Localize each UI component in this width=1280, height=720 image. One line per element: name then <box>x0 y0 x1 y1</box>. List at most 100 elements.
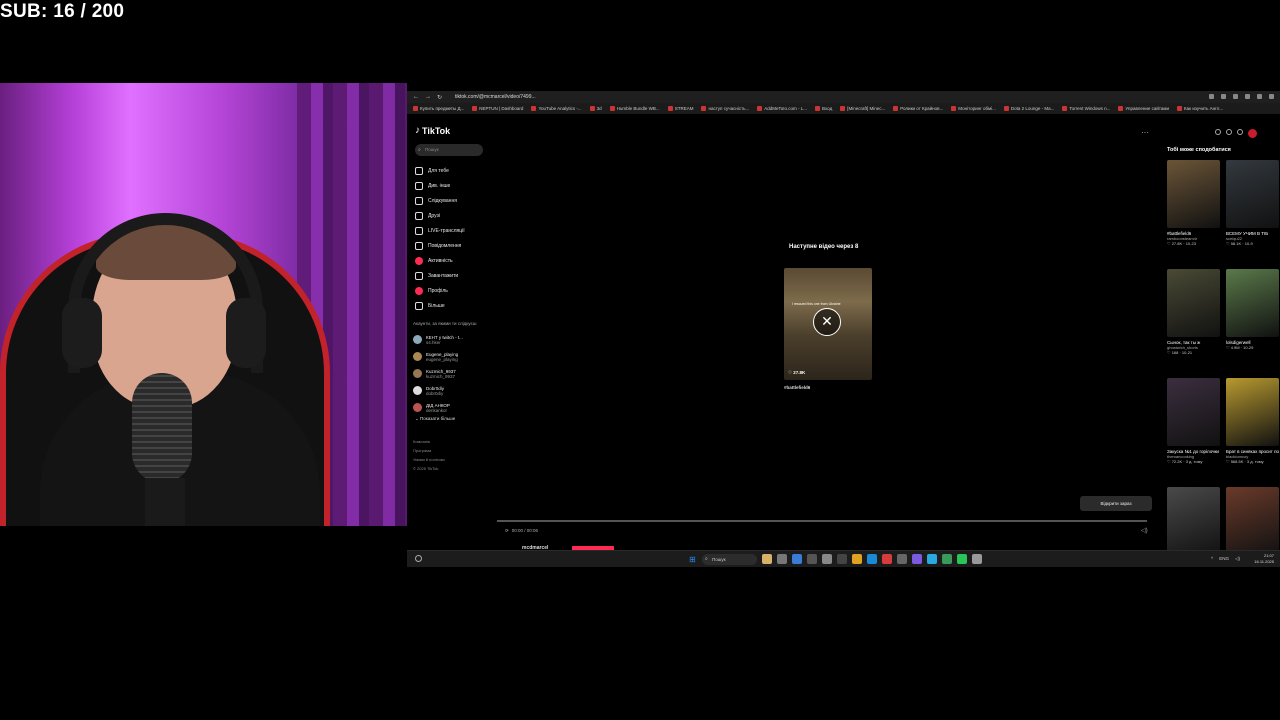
volume-icon[interactable]: ◁) <box>1235 556 1240 562</box>
sidebar-item-label: Активність <box>428 257 453 264</box>
recommended-video[interactable]: ВСЕМУ УЧИМ В ТІБ scelqu22 ♡ 58.1K · 10-9 <box>1226 160 1279 246</box>
sidebar-item[interactable]: Для тебе <box>415 163 465 178</box>
bookmark-icon <box>815 106 821 111</box>
tiktok-logo[interactable]: ♪ TikTok <box>415 125 450 136</box>
bookmark-item[interactable]: Моніторинг обмі... <box>951 106 996 111</box>
bookmark-item[interactable]: Как изучить Англ... <box>1177 106 1223 111</box>
sidebar-item[interactable]: Слідкування <box>415 193 465 208</box>
show-more-button[interactable]: ⌄ Показати більше <box>415 416 455 422</box>
app-icon[interactable] <box>822 554 832 564</box>
following-account[interactable]: Kuzmich_9937 kuzmich_9937 <box>413 365 463 382</box>
recommended-video[interactable]: lolsdigerwell ♡ 4.9M · 10-29 <box>1226 269 1279 350</box>
sidebar-item[interactable]: Активність <box>415 253 465 268</box>
bookmark-item[interactable]: Torrent Windows n... <box>1062 106 1110 111</box>
clock[interactable]: 21:07 16.11.2025 <box>1254 553 1274 565</box>
chrome-icon[interactable] <box>882 554 892 564</box>
sidebar-item[interactable]: Повідомлення <box>415 238 465 253</box>
bookmark-item[interactable]: Dota 2 Lounge - Ma... <box>1003 106 1054 111</box>
app-icon[interactable] <box>792 554 802 564</box>
language-indicator[interactable]: ENG <box>1219 556 1229 562</box>
browser-nav: ← → ↻ <box>407 94 451 101</box>
sidebar-item[interactable]: Див. інше <box>415 178 465 193</box>
footer-link[interactable]: Компанія <box>413 437 445 446</box>
coins-icon[interactable] <box>1215 129 1221 135</box>
following-account[interactable]: Dobr0diy dobr0diy <box>413 382 463 399</box>
inbox-icon[interactable] <box>1226 129 1232 135</box>
back-icon[interactable]: ← <box>413 94 419 101</box>
following-account[interactable]: Eugene_playing eugene_playing <box>413 348 463 365</box>
bookmark-item[interactable]: Купить предметы Д... <box>413 106 464 111</box>
bookmark-item[interactable]: Ролики от Крайнов... <box>893 106 943 111</box>
account-handle: s4.hker <box>426 339 441 345</box>
extension-icon[interactable] <box>1221 94 1226 99</box>
footer-link[interactable]: © 2025 TikTok <box>413 464 445 473</box>
extension-icon[interactable] <box>1257 94 1262 99</box>
recommended-video[interactable]: Сынок, так ты ж ghostwich_shorts ♡ 168 · 1… <box>1167 269 1220 355</box>
sidebar-item[interactable]: Завантажити <box>415 268 465 283</box>
bookmark-item[interactable]: [Minecraft] Minec... <box>840 106 885 111</box>
bookmark-item[interactable]: Управление сайтами <box>1118 106 1169 111</box>
sidebar-item-label: Друзі <box>428 212 441 219</box>
app-icon[interactable] <box>942 554 952 564</box>
bookmark-item[interactable]: NEPTUN | Dashboard <box>472 106 523 111</box>
recommended-video[interactable] <box>1226 487 1279 558</box>
url-field[interactable]: tiktok.com/@mcmarcel/video/7499... <box>455 94 536 100</box>
bookmark-label: Humble Bundle WB... <box>616 106 660 111</box>
bookmark-item[interactable]: 3d <box>589 106 602 111</box>
recommended-video[interactable]: Закуска №1 до горілочки themancooking ♡ 72… <box>1167 378 1220 464</box>
taskbar-search[interactable]: ⌕ Пошук <box>702 554 757 565</box>
avatar[interactable] <box>1248 129 1257 138</box>
chevron-up-icon[interactable]: ^ <box>1211 556 1213 562</box>
play-icon[interactable]: ⟳ <box>505 528 509 533</box>
sidebar-item[interactable]: Більше <box>415 298 465 313</box>
following-account[interactable]: ДІД АНКОР denkankor <box>413 399 463 416</box>
extension-icon[interactable] <box>1233 94 1238 99</box>
extension-icon[interactable] <box>1269 94 1274 99</box>
close-icon[interactable]: ✕ <box>813 308 841 336</box>
bookmark-item[interactable]: YouTube Analytics -... <box>531 106 582 111</box>
footer-link[interactable]: Умови й політики <box>413 455 445 464</box>
app-icon[interactable] <box>897 554 907 564</box>
video-stats: ♡ 168 · 10-21 <box>1167 350 1193 355</box>
start-icon[interactable]: ⊞ <box>689 555 696 564</box>
account-handle: dobr0diy <box>426 390 444 396</box>
forward-icon[interactable]: → <box>425 94 431 101</box>
bookmark-item[interactable]: Вход <box>815 106 832 111</box>
bookmark-item[interactable]: Humble Bundle WB... <box>609 106 660 111</box>
telegram-icon[interactable] <box>927 554 937 564</box>
app-icon[interactable] <box>912 554 922 564</box>
bookmark-item[interactable]: AddMeToIo.com - L... <box>757 106 807 111</box>
extension-icon[interactable] <box>1245 94 1250 99</box>
app-icon[interactable] <box>807 554 817 564</box>
video-stats: ♡ 4.9M · 10-29 <box>1226 345 1254 350</box>
following-account[interactable]: КЕНТ у twitch - t... s4.hker <box>413 331 463 348</box>
sidebar-item[interactable]: Друзі <box>415 208 465 223</box>
home-icon <box>415 166 423 175</box>
settings-icon[interactable] <box>972 554 982 564</box>
app-icon[interactable] <box>957 554 967 564</box>
recommended-video[interactable]: #battlefield6 ramboonsteam4r ♡ 27.8K · 10-… <box>1167 160 1220 246</box>
edge-icon[interactable] <box>867 554 877 564</box>
more-options-icon[interactable]: ··· <box>1141 128 1149 137</box>
bookmark-item[interactable]: STREAM <box>667 106 693 111</box>
sidebar-item[interactable]: LIVE-трансляції <box>415 223 465 238</box>
footer-link[interactable]: Програма <box>413 446 445 455</box>
send-icon[interactable] <box>1237 129 1243 135</box>
app-icon[interactable] <box>777 554 787 564</box>
bookmark-label: Моніторинг обмі... <box>958 106 996 111</box>
search-input[interactable]: ⌕ Пошук <box>415 144 483 156</box>
explorer-icon[interactable] <box>852 554 862 564</box>
extension-icon[interactable] <box>1209 94 1214 99</box>
next-video-tag[interactable]: #battlefield6 <box>784 385 810 390</box>
open-now-button[interactable]: Відкрити зараз <box>1080 496 1152 511</box>
recommended-video[interactable]: Брат в синяках просит помощиblacktomcoy♡… <box>1226 378 1279 464</box>
bookmark-item[interactable]: наступ сучасність... <box>701 106 749 111</box>
volume-icon[interactable]: ◁) <box>1141 527 1148 534</box>
account-handle: denkankor <box>426 407 448 413</box>
video-progress-bar[interactable] <box>497 520 1147 522</box>
files-app-icon[interactable] <box>762 554 772 564</box>
widgets-icon[interactable] <box>415 555 422 562</box>
reload-icon[interactable]: ↻ <box>437 94 442 101</box>
sidebar-item[interactable]: Профіль <box>415 283 465 298</box>
app-icon[interactable] <box>837 554 847 564</box>
